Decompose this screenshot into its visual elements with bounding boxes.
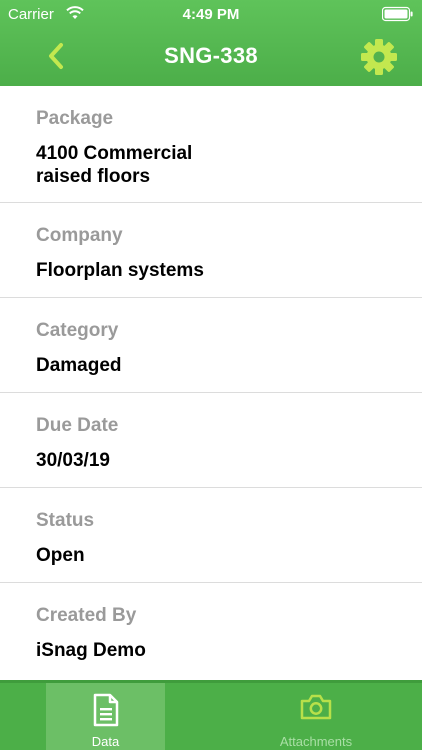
- field-value: Open: [36, 545, 85, 566]
- field-value: Damaged: [36, 355, 122, 376]
- field-due-date: Due Date 30/03/19: [0, 393, 422, 488]
- battery-icon: [382, 6, 413, 22]
- tab-bar: Data Attachments: [0, 680, 422, 750]
- field-label: Created By: [36, 605, 137, 626]
- tab-label: Data: [91, 734, 120, 749]
- field-created-by: Created By iSnag Demo: [0, 583, 422, 678]
- field-category: Category Damaged: [0, 298, 422, 393]
- header-bar: Carrier 4:49 PM SNG-338: [0, 0, 422, 86]
- document-icon: [93, 693, 118, 727]
- tab-attachments[interactable]: Attachments: [255, 683, 377, 750]
- field-value: 4100 Commercial raised floors: [36, 143, 193, 187]
- field-value: Floorplan systems: [36, 260, 204, 281]
- detail-list[interactable]: Package 4100 Commercial raised floors Co…: [0, 86, 422, 680]
- field-value: iSnag Demo: [36, 640, 146, 661]
- tab-data[interactable]: Data: [46, 683, 165, 750]
- status-time: 4:49 PM: [182, 6, 240, 23]
- field-status: Status Open: [0, 488, 422, 583]
- status-bar: Carrier 4:49 PM: [0, 0, 422, 30]
- field-label: Status: [36, 510, 95, 531]
- field-company: Company Floorplan systems: [0, 203, 422, 298]
- field-label: Company: [36, 225, 123, 246]
- tab-label: Attachments: [279, 734, 353, 749]
- field-label: Category: [36, 320, 119, 341]
- gear-icon: [361, 39, 397, 75]
- camera-icon: [300, 694, 332, 720]
- field-label: Package: [36, 108, 114, 129]
- page-title: SNG-338: [164, 43, 258, 68]
- field-value: 30/03/19: [36, 450, 110, 471]
- settings-button[interactable]: [360, 38, 398, 76]
- field-package: Package 4100 Commercial raised floors: [0, 86, 422, 203]
- field-label: Due Date: [36, 415, 119, 436]
